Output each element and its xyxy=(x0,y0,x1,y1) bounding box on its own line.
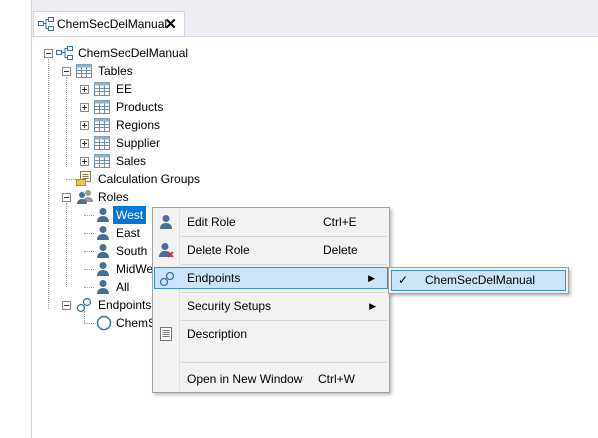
tree-item-table[interactable]: Regions xyxy=(32,116,332,134)
menu-separator xyxy=(181,264,387,265)
menu-item-label: Description xyxy=(187,327,248,341)
table-icon xyxy=(94,82,110,96)
checkmark-icon: ✓ xyxy=(398,273,409,287)
collapse-toggle[interactable] xyxy=(44,49,53,58)
left-panel-strip xyxy=(0,0,31,438)
tree-item-label: EE xyxy=(116,82,133,96)
menu-item-label: Edit Role xyxy=(187,215,236,229)
tree-item-root[interactable]: ChemSecDelManual xyxy=(32,44,332,62)
roles-folder-icon xyxy=(77,190,93,204)
endpoint-icon xyxy=(96,315,112,331)
menu-item-security-setups[interactable]: Security Setups ▶ xyxy=(154,295,388,317)
edit-role-icon xyxy=(160,215,172,229)
tree-item-label: South xyxy=(116,244,148,258)
description-icon xyxy=(160,327,172,341)
menu-item-label: Open in New Window xyxy=(187,372,303,386)
role-icon xyxy=(97,226,109,240)
endpoints-icon xyxy=(159,271,175,287)
tree-item-label: ChemSecDelManual xyxy=(78,46,189,60)
menu-item-label: Delete Role xyxy=(187,243,250,257)
tree-connector xyxy=(84,215,94,217)
tree-item-roles[interactable]: Roles xyxy=(32,188,332,206)
submenu-arrow-icon: ▶ xyxy=(368,273,375,283)
table-icon xyxy=(94,100,110,114)
submenu-item-label: ChemSecDelManual xyxy=(425,273,536,287)
tree-item-table[interactable]: Supplier xyxy=(32,134,332,152)
endpoints-submenu: ✓ ChemSecDelManual xyxy=(388,267,569,294)
role-icon xyxy=(97,244,109,258)
endpoints-icon xyxy=(76,297,92,313)
expand-toggle[interactable] xyxy=(80,121,89,130)
role-icon xyxy=(97,208,109,222)
tree-item-label: Tables xyxy=(98,64,133,78)
calculation-group-icon xyxy=(76,171,91,186)
menu-separator xyxy=(181,362,387,363)
delete-role-icon xyxy=(159,243,174,258)
tables-folder-icon xyxy=(76,64,92,78)
tree-item-label: All xyxy=(116,280,130,294)
tree-connector xyxy=(84,287,94,289)
expand-toggle[interactable] xyxy=(80,85,89,94)
menu-item-endpoints[interactable]: Endpoints ▶ xyxy=(154,267,388,289)
submenu-arrow-icon: ▶ xyxy=(369,301,376,311)
menu-item-shortcut: Ctrl+E xyxy=(323,215,357,229)
menu-item-shortcut: Ctrl+W xyxy=(318,372,355,386)
tree-item-label: Roles xyxy=(98,190,129,204)
tree-connector xyxy=(84,233,94,235)
menu-item-edit-role[interactable]: Edit Role Ctrl+E xyxy=(154,211,388,233)
collapse-toggle[interactable] xyxy=(62,67,71,76)
menu-item-description[interactable]: Description xyxy=(154,323,388,345)
role-icon xyxy=(97,280,109,294)
close-tab-button[interactable]: ✕ xyxy=(164,15,177,33)
submenu-item-endpoint[interactable]: ✓ ChemSecDelManual xyxy=(391,270,566,291)
tree-item-table[interactable]: EE xyxy=(32,80,332,98)
tree-item-label: East xyxy=(116,226,141,240)
menu-item-label: Security Setups xyxy=(187,299,272,313)
tab-title: ChemSecDelManual xyxy=(57,17,168,31)
menu-separator xyxy=(181,320,387,321)
tree-item-label: Regions xyxy=(116,118,161,132)
menu-item-label: Endpoints xyxy=(187,271,241,285)
menu-separator xyxy=(181,292,387,293)
menu-separator xyxy=(181,236,387,237)
role-icon xyxy=(97,262,109,276)
expand-toggle[interactable] xyxy=(80,103,89,112)
context-menu: Edit Role Ctrl+E Delete Role Delete Endp… xyxy=(152,207,390,393)
table-icon xyxy=(94,118,110,132)
tree-item-label: Calculation Groups xyxy=(98,172,201,186)
table-icon xyxy=(94,154,110,168)
tree-item-calculation-groups[interactable]: Calculation Groups xyxy=(32,170,332,188)
collapse-toggle[interactable] xyxy=(62,193,71,202)
tree-connector xyxy=(66,179,76,181)
document-tab[interactable]: ChemSecDelManual ✕ xyxy=(33,11,185,36)
tree-item-table[interactable]: Sales xyxy=(32,152,332,170)
tree-connector xyxy=(84,269,94,271)
tree-item-table[interactable]: Products xyxy=(32,98,332,116)
menu-item-open-new-window[interactable]: Open in New Window Ctrl+W xyxy=(154,368,388,390)
tree-connector xyxy=(84,251,94,253)
expand-toggle[interactable] xyxy=(80,157,89,166)
tree-item-label: MidWe xyxy=(116,262,154,276)
table-icon xyxy=(94,136,110,150)
menu-item-shortcut: Delete xyxy=(323,243,358,257)
model-icon xyxy=(56,46,73,60)
menu-item-delete-role[interactable]: Delete Role Delete xyxy=(154,239,388,261)
expand-toggle[interactable] xyxy=(80,139,89,148)
tree-item-label: Sales xyxy=(116,154,147,168)
collapse-toggle[interactable] xyxy=(62,301,71,310)
tree-connector xyxy=(84,323,96,325)
tree-item-label: ChemS xyxy=(116,316,157,330)
tree-item-label: Products xyxy=(116,100,164,114)
tree-item-label: Supplier xyxy=(116,136,161,150)
model-icon xyxy=(38,17,54,31)
tree-item-tables[interactable]: Tables xyxy=(32,62,332,80)
tree-item-label: Endpoints xyxy=(98,298,152,312)
tree-item-label: West xyxy=(113,206,147,224)
